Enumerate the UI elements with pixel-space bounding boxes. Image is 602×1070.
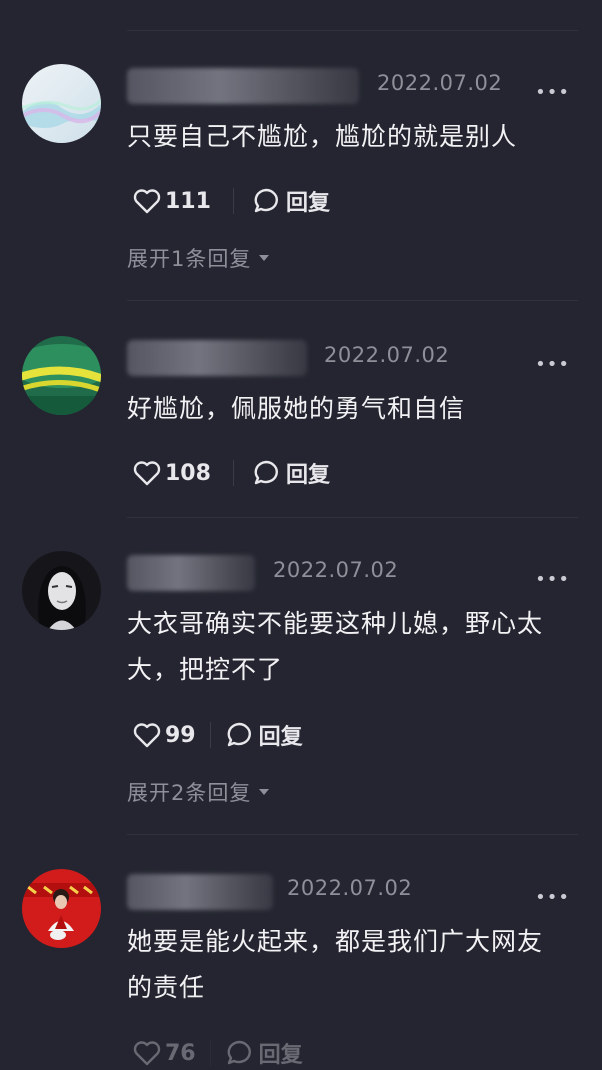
comment-bubble-icon xyxy=(227,722,251,747)
reply-button[interactable]: 回复 xyxy=(252,457,330,489)
like-button[interactable]: 108 xyxy=(133,460,211,486)
reply-label: 回复 xyxy=(285,191,330,216)
username-redacted[interactable] xyxy=(127,874,273,910)
username-redacted[interactable] xyxy=(127,68,359,104)
comment-date: 2022.07.02 xyxy=(287,876,413,900)
expand-label: 展开1条回复 xyxy=(127,247,252,271)
comment-date: 2022.07.02 xyxy=(377,71,503,95)
caret-down-icon xyxy=(259,789,270,795)
expand-replies[interactable]: 展开1条回复 xyxy=(127,243,270,273)
like-count: 111 xyxy=(165,188,211,214)
heart-icon xyxy=(133,461,161,486)
comment-actions: 76 回复 xyxy=(133,1038,303,1068)
comment-date: 2022.07.02 xyxy=(273,558,399,582)
reply-button[interactable]: 回复 xyxy=(225,1037,303,1069)
more-dots-icon[interactable]: ••• xyxy=(535,356,570,374)
more-dots-icon[interactable]: ••• xyxy=(535,889,570,907)
username-redacted[interactable] xyxy=(127,555,255,591)
reply-button[interactable]: 回复 xyxy=(225,719,303,751)
heart-icon xyxy=(133,1041,161,1066)
heart-icon xyxy=(133,723,161,748)
comment-list: 2022.07.02 ••• 只要自己不尴尬，尴尬的就是别人 111 回复 展开… xyxy=(0,0,602,1070)
reply-label: 回复 xyxy=(258,725,303,750)
reply-label: 回复 xyxy=(258,1043,303,1068)
like-count: 108 xyxy=(165,460,211,486)
like-count: 99 xyxy=(165,722,196,748)
like-count: 76 xyxy=(165,1040,196,1066)
avatar[interactable] xyxy=(22,64,101,143)
comment-bubble-icon xyxy=(254,460,278,485)
divider xyxy=(127,300,578,301)
like-button[interactable]: 111 xyxy=(133,188,211,214)
comment-actions: 111 回复 xyxy=(133,186,330,216)
comment-text: 只要自己不尴尬，尴尬的就是别人 xyxy=(127,122,518,151)
comment-bubble-icon xyxy=(227,1040,251,1065)
comment-text: 大衣哥确实不能要这种儿媳，野心太大，把控不了 xyxy=(127,609,544,684)
comment-actions: 99 回复 xyxy=(133,720,303,750)
comment-actions: 108 回复 xyxy=(133,458,330,488)
separator xyxy=(232,460,234,486)
avatar[interactable] xyxy=(22,551,101,630)
more-dots-icon[interactable]: ••• xyxy=(535,84,570,102)
separator xyxy=(209,1040,211,1066)
expand-label: 展开2条回复 xyxy=(127,781,252,805)
comment-text: 好尴尬，佩服她的勇气和自信 xyxy=(127,394,466,423)
separator xyxy=(232,188,234,214)
reply-button[interactable]: 回复 xyxy=(252,185,330,217)
reply-label: 回复 xyxy=(285,463,330,488)
divider xyxy=(127,30,578,31)
divider xyxy=(127,517,578,518)
avatar[interactable] xyxy=(22,336,101,415)
expand-replies[interactable]: 展开2条回复 xyxy=(127,777,270,807)
like-button[interactable]: 99 xyxy=(133,722,196,748)
divider xyxy=(127,834,578,835)
caret-down-icon xyxy=(259,255,270,261)
more-dots-icon[interactable]: ••• xyxy=(535,571,570,589)
username-redacted[interactable] xyxy=(127,340,307,376)
comment-date: 2022.07.02 xyxy=(324,343,450,367)
like-button[interactable]: 76 xyxy=(133,1040,196,1066)
heart-icon xyxy=(133,189,161,214)
comment-text: 她要是能火起来，都是我们广大网友的责任 xyxy=(127,927,544,1002)
avatar[interactable] xyxy=(22,869,101,948)
comment-bubble-icon xyxy=(254,188,278,213)
separator xyxy=(209,722,211,748)
